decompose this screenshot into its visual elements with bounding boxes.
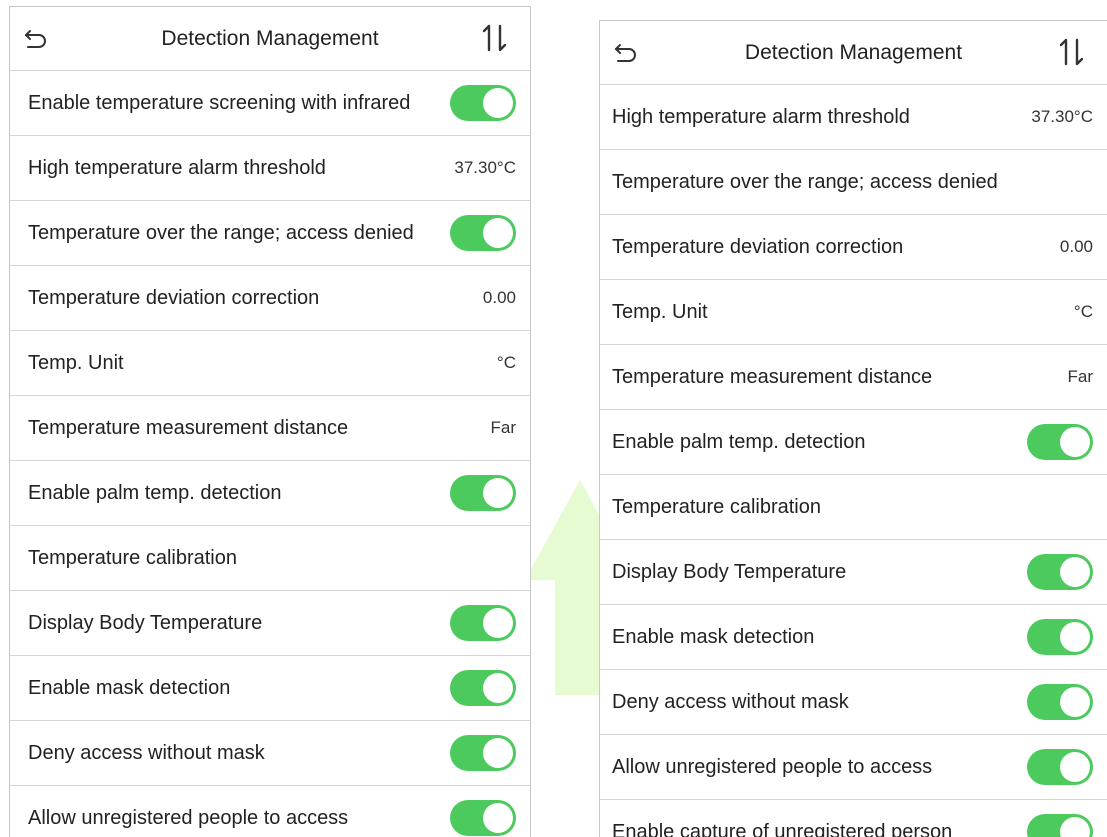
setting-row-enable-mask-detection[interactable]: Enable mask detection <box>10 656 530 721</box>
setting-label: Temp. Unit <box>28 351 124 374</box>
setting-label: Temperature over the range; access denie… <box>612 170 998 193</box>
setting-row-temp-unit[interactable]: Temp. Unit °C <box>600 280 1107 345</box>
toggle-switch[interactable] <box>450 215 516 251</box>
setting-row-enable-capture-of-unregistered-person[interactable]: Enable capture of unregistered person <box>600 800 1107 837</box>
setting-value: Far <box>1067 367 1094 386</box>
toggle-switch[interactable] <box>450 475 516 511</box>
setting-row-deny-access-without-mask[interactable]: Deny access without mask <box>10 721 530 786</box>
settings-list: High temperature alarm threshold 37.30°C T… <box>600 85 1107 837</box>
setting-row-temperature-over-the-range-access-denied[interactable]: Temperature over the range; access denie… <box>600 150 1107 215</box>
header: Detection Management <box>600 21 1107 85</box>
toggle-switch[interactable] <box>1027 684 1093 720</box>
setting-value: 37.30°C <box>454 158 516 177</box>
setting-row-temperature-measurement-distance[interactable]: Temperature measurement distance Far <box>10 396 530 461</box>
setting-row-temperature-deviation-correction[interactable]: Temperature deviation correction 0.00 <box>10 266 530 331</box>
setting-label: High temperature alarm threshold <box>612 105 910 128</box>
toggle-switch[interactable] <box>450 85 516 121</box>
setting-label: Allow unregistered people to access <box>28 806 349 829</box>
setting-label: Temp. Unit <box>612 300 708 323</box>
setting-value: Far <box>490 418 517 437</box>
setting-row-allow-unregistered-people-to-access[interactable]: Allow unregistered people to access <box>600 735 1107 800</box>
setting-value: 37.30°C <box>1031 107 1093 126</box>
setting-row-enable-palm-temp-detection[interactable]: Enable palm temp. detection <box>600 410 1107 475</box>
setting-row-high-temperature-alarm-threshold[interactable]: High temperature alarm threshold 37.30°C <box>600 85 1107 150</box>
setting-value: °C <box>1073 302 1093 321</box>
setting-row-temperature-calibration[interactable]: Temperature calibration <box>10 526 530 591</box>
toggle-switch[interactable] <box>1027 554 1093 590</box>
setting-label: Temperature over the range; access denie… <box>28 221 414 244</box>
setting-label: Enable mask detection <box>28 676 231 699</box>
toggle-switch[interactable] <box>450 670 516 706</box>
toggle-switch[interactable] <box>1027 814 1093 837</box>
setting-value: °C <box>496 353 516 372</box>
setting-row-temperature-over-the-range-access-denied[interactable]: Temperature over the range; access denie… <box>10 201 530 266</box>
setting-row-display-body-temperature[interactable]: Display Body Temperature <box>600 540 1107 605</box>
setting-label: Temperature deviation correction <box>612 235 904 258</box>
sort-icon[interactable] <box>478 23 512 53</box>
page-title: Detection Management <box>744 40 963 64</box>
setting-label: Temperature calibration <box>612 495 821 518</box>
setting-label: Display Body Temperature <box>612 560 847 583</box>
toggle-switch[interactable] <box>1027 749 1093 785</box>
setting-row-temperature-calibration[interactable]: Temperature calibration <box>600 475 1107 540</box>
setting-label: Temperature calibration <box>28 546 237 569</box>
setting-label: Display Body Temperature <box>28 611 263 634</box>
setting-row-enable-mask-detection[interactable]: Enable mask detection <box>600 605 1107 670</box>
setting-label: Allow unregistered people to access <box>612 755 933 778</box>
setting-label: Enable capture of unregistered person <box>612 820 953 837</box>
setting-label: Temperature deviation correction <box>28 286 320 309</box>
toggle-switch[interactable] <box>1027 619 1093 655</box>
right-screen: Detection Management High temperature al… <box>599 20 1107 837</box>
toggle-switch[interactable] <box>450 605 516 641</box>
setting-row-display-body-temperature[interactable]: Display Body Temperature <box>10 591 530 656</box>
setting-label: Deny access without mask <box>612 690 849 713</box>
setting-value: 0.00 <box>1059 237 1093 256</box>
left-screen: Detection Management Enable temperature … <box>9 6 531 837</box>
setting-label: High temperature alarm threshold <box>28 156 326 179</box>
settings-list: Enable temperature screening with infrar… <box>10 71 530 837</box>
setting-row-allow-unregistered-people-to-access[interactable]: Allow unregistered people to access <box>10 786 530 837</box>
setting-label: Temperature measurement distance <box>612 365 933 388</box>
setting-row-enable-palm-temp-detection[interactable]: Enable palm temp. detection <box>10 461 530 526</box>
setting-label: Deny access without mask <box>28 741 265 764</box>
page-title: Detection Management <box>161 26 379 50</box>
toggle-switch[interactable] <box>450 735 516 771</box>
setting-label: Enable mask detection <box>612 625 815 648</box>
setting-label: Temperature measurement distance <box>28 416 349 439</box>
setting-row-high-temperature-alarm-threshold[interactable]: High temperature alarm threshold 37.30°C <box>10 136 530 201</box>
header: Detection Management <box>10 7 530 71</box>
setting-label: Enable temperature screening with infrar… <box>28 91 411 114</box>
toggle-switch[interactable] <box>1027 424 1093 460</box>
setting-label: Enable palm temp. detection <box>612 430 866 453</box>
toggle-switch[interactable] <box>450 800 516 836</box>
setting-value: 0.00 <box>482 288 516 307</box>
setting-row-temp-unit[interactable]: Temp. Unit °C <box>10 331 530 396</box>
sort-icon[interactable] <box>1055 37 1089 67</box>
setting-row-deny-access-without-mask[interactable]: Deny access without mask <box>600 670 1107 735</box>
setting-row-temperature-measurement-distance[interactable]: Temperature measurement distance Far <box>600 345 1107 410</box>
setting-row-temperature-deviation-correction[interactable]: Temperature deviation correction 0.00 <box>600 215 1107 280</box>
setting-label: Enable palm temp. detection <box>28 481 282 504</box>
setting-row-enable-temperature-screening-with-infrared[interactable]: Enable temperature screening with infrar… <box>10 71 530 136</box>
